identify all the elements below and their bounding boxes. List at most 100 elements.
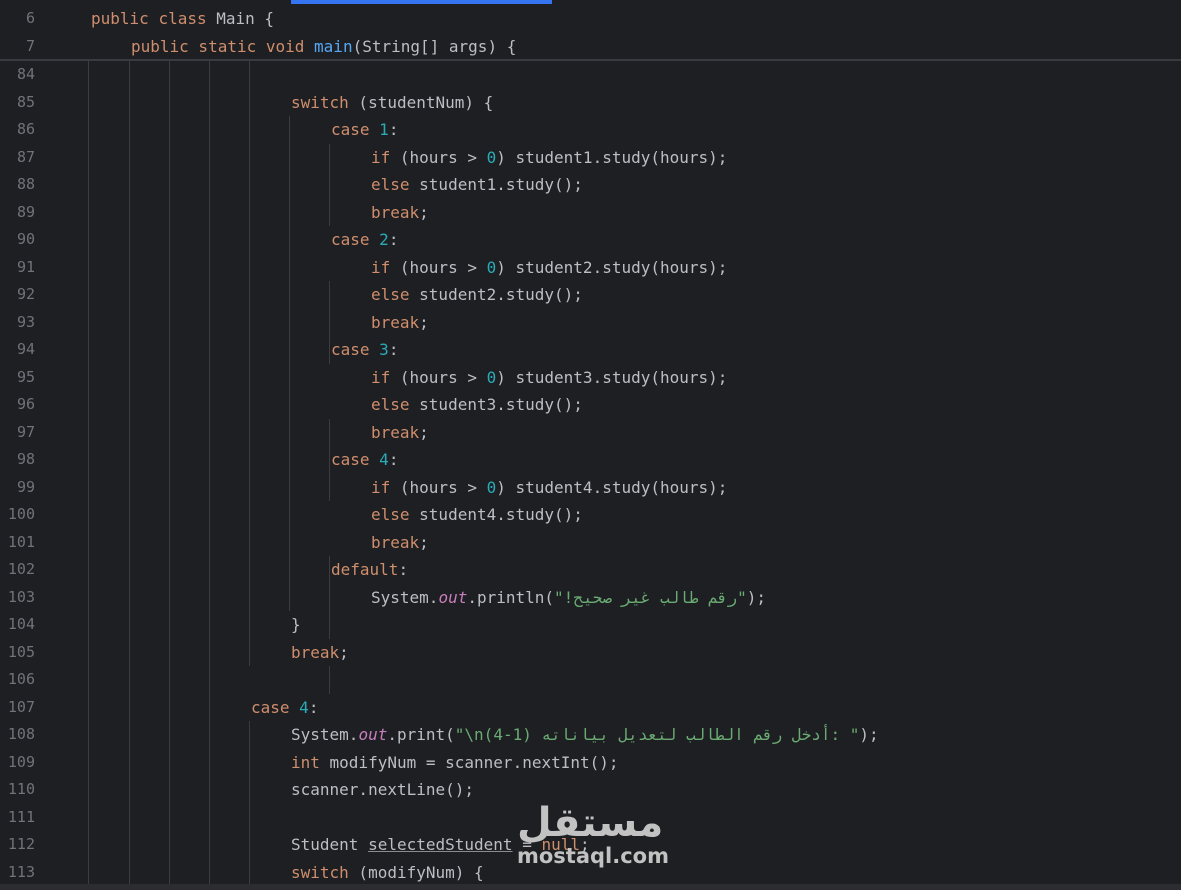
code-text[interactable]: int modifyNum = scanner.nextInt(); [291, 749, 619, 777]
code-token: ); [746, 587, 766, 607]
line-number[interactable]: 87 [0, 144, 35, 172]
code-line[interactable]: 95 if (hours > 0) student3.study(hours); [0, 364, 1181, 392]
code-line[interactable]: 88 else student1.study(); [0, 171, 1181, 199]
line-number[interactable]: 84 [0, 61, 35, 89]
code-line[interactable]: 105 break; [0, 639, 1181, 667]
code-text[interactable]: else student1.study(); [371, 171, 583, 199]
code-text[interactable]: public static void main(String[] args) { [131, 33, 516, 61]
code-token: student3.study(); [409, 395, 583, 414]
code-line[interactable]: 106 [0, 666, 1181, 694]
code-line[interactable]: 109 int modifyNum = scanner.nextInt(); [0, 749, 1181, 777]
code-token: 1 [379, 120, 389, 139]
code-line[interactable]: 7 public static void main(String[] args) … [0, 33, 1181, 61]
horizontal-scrollbar[interactable] [0, 884, 1181, 890]
line-number[interactable]: 86 [0, 116, 35, 144]
line-number[interactable]: 108 [0, 721, 35, 749]
code-line[interactable]: 104} [0, 611, 1181, 639]
line-number[interactable]: 102 [0, 556, 35, 584]
code-line[interactable]: 6 public class Main { [0, 5, 1181, 33]
code-line[interactable]: 108 System.out.print("\n(4-1) أدخل رقم ال… [0, 721, 1181, 749]
code-line[interactable]: 87 if (hours > 0) student1.study(hours); [0, 144, 1181, 172]
line-number[interactable]: 95 [0, 364, 35, 392]
code-text[interactable]: if (hours > 0) student2.study(hours); [371, 254, 727, 282]
code-text[interactable]: if (hours > 0) student3.study(hours); [371, 364, 727, 392]
code-text[interactable]: break; [371, 529, 429, 557]
code-text[interactable]: System.out.print("\n(4-1) أدخل رقم الطال… [291, 721, 879, 749]
line-number[interactable]: 85 [0, 89, 35, 117]
line-number[interactable]: 97 [0, 419, 35, 447]
code-line[interactable]: 103 System.out.println("رقم طالب غير صحيح… [0, 584, 1181, 612]
code-text[interactable]: break; [291, 639, 349, 667]
code-text[interactable]: else student2.study(); [371, 281, 583, 309]
code-line[interactable]: 86 case 1: [0, 116, 1181, 144]
code-line[interactable]: 100 else student4.study(); [0, 501, 1181, 529]
code-text[interactable]: if (hours > 0) student4.study(hours); [371, 474, 727, 502]
code-text[interactable]: System.out.println("رقم طالب غير صحيح!")… [371, 584, 766, 612]
code-text[interactable]: switch (studentNum) { [291, 89, 493, 117]
code-token: ) student2.study(hours); [496, 257, 728, 277]
code-line[interactable]: 89 break; [0, 199, 1181, 227]
line-number[interactable]: 104 [0, 611, 35, 639]
code-text[interactable]: default: [331, 556, 408, 584]
code-line[interactable]: 90 case 2: [0, 226, 1181, 254]
code-token: 3 [379, 340, 389, 359]
code-text[interactable]: } [291, 611, 301, 639]
code-line[interactable]: 91 if (hours > 0) student2.study(hours); [0, 254, 1181, 282]
line-number[interactable]: 106 [0, 666, 35, 694]
code-line[interactable]: 101 break; [0, 529, 1181, 557]
code-text[interactable]: case 1: [331, 116, 398, 144]
code-line[interactable]: 97 break; [0, 419, 1181, 447]
line-number[interactable]: 103 [0, 584, 35, 612]
line-number[interactable]: 113 [0, 859, 35, 887]
code-text[interactable]: switch (modifyNum) { [291, 859, 484, 887]
code-line[interactable]: 99 if (hours > 0) student4.study(hours); [0, 474, 1181, 502]
code-text[interactable]: else student3.study(); [371, 391, 583, 419]
code-line[interactable]: 85 switch (studentNum) { [0, 89, 1181, 117]
code-token: } [291, 615, 301, 634]
sticky-header-separator [0, 59, 1181, 61]
line-number[interactable]: 112 [0, 831, 35, 859]
code-text[interactable]: case 4: [251, 694, 318, 722]
code-text[interactable]: case 2: [331, 226, 398, 254]
line-number[interactable]: 7 [0, 33, 35, 61]
line-number[interactable]: 92 [0, 281, 35, 309]
line-number[interactable]: 100 [0, 501, 35, 529]
code-line[interactable]: 94 case 3: [0, 336, 1181, 364]
line-number[interactable]: 110 [0, 776, 35, 804]
code-line[interactable]: 102 default: [0, 556, 1181, 584]
code-text[interactable]: break; [371, 309, 429, 337]
code-line[interactable]: 98 case 4: [0, 446, 1181, 474]
code-line[interactable]: 92 else student2.study(); [0, 281, 1181, 309]
line-number[interactable]: 93 [0, 309, 35, 337]
line-number[interactable]: 90 [0, 226, 35, 254]
line-number[interactable]: 94 [0, 336, 35, 364]
line-number[interactable]: 96 [0, 391, 35, 419]
code-token: if [371, 257, 391, 277]
mostaql-watermark: مستقل mostaql.com [517, 802, 669, 868]
line-number[interactable]: 98 [0, 446, 35, 474]
sticky-scope-header[interactable]: 6 public class Main { 7 public static void … [0, 4, 1181, 59]
code-line[interactable]: 96 else student3.study(); [0, 391, 1181, 419]
code-text[interactable]: scanner.nextLine(); [291, 776, 474, 804]
code-text[interactable]: break; [371, 419, 429, 447]
code-line[interactable]: 93 break; [0, 309, 1181, 337]
line-number[interactable]: 105 [0, 639, 35, 667]
code-text[interactable]: if (hours > 0) student1.study(hours); [371, 144, 727, 172]
line-number[interactable]: 109 [0, 749, 35, 777]
code-line[interactable]: 84 [0, 61, 1181, 89]
line-number[interactable]: 6 [0, 5, 35, 33]
code-line[interactable]: 107 case 4: [0, 694, 1181, 722]
line-number[interactable]: 88 [0, 171, 35, 199]
code-text[interactable]: else student4.study(); [371, 501, 583, 529]
line-number[interactable]: 111 [0, 804, 35, 832]
code-text[interactable]: public class Main { [91, 5, 274, 33]
line-number[interactable]: 89 [0, 199, 35, 227]
line-number[interactable]: 91 [0, 254, 35, 282]
line-number[interactable]: 107 [0, 694, 35, 722]
code-text[interactable]: break; [371, 199, 429, 227]
line-number[interactable]: 101 [0, 529, 35, 557]
line-number[interactable]: 99 [0, 474, 35, 502]
code-text[interactable]: case 3: [331, 336, 398, 364]
code-text[interactable]: case 4: [331, 446, 398, 474]
